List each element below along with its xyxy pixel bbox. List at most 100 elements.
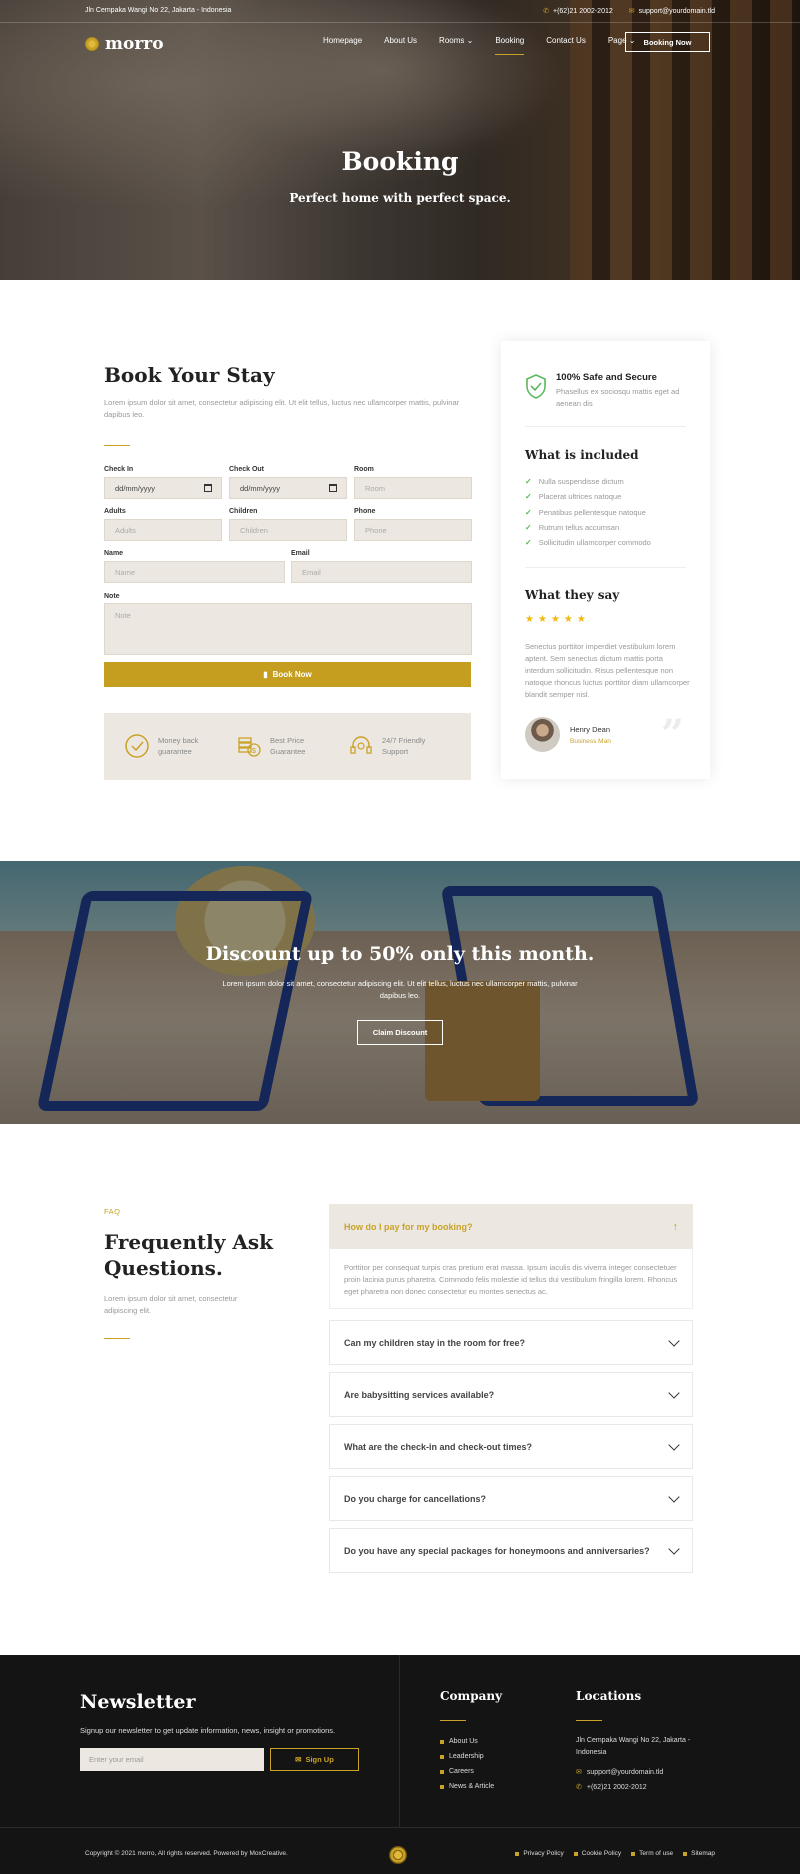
children-label: Children [229, 508, 258, 515]
nav-rooms[interactable]: Rooms ⌄ [439, 36, 473, 51]
checkout-date-input[interactable]: dd/mm/yyyy [229, 477, 347, 499]
email-input[interactable]: Email [291, 561, 472, 583]
newsletter-email-input[interactable]: Enter your email [80, 1748, 264, 1771]
star-icon: ★ [550, 614, 560, 625]
nav-contact-us[interactable]: Contact Us [546, 36, 586, 51]
site-logo[interactable]: morro [85, 34, 164, 54]
chevron-down-icon [668, 1438, 680, 1451]
nav-booking[interactable]: Booking [495, 36, 524, 55]
adults-input[interactable]: Adults [104, 519, 222, 541]
list-item: ✓ Nulla suspendisse dictum [525, 474, 651, 489]
book-now-button[interactable]: ▮ Book Now [104, 662, 471, 687]
included-list: ✓ Nulla suspendisse dictum ✓ Placerat ultr… [525, 474, 651, 550]
check-icon: ✓ [525, 523, 532, 533]
faq-item[interactable]: Are babysitting services available? [329, 1372, 693, 1417]
claim-discount-button[interactable]: Claim Discount [357, 1020, 443, 1045]
faq-item[interactable]: Do you charge for cancellations? [329, 1476, 693, 1521]
site-footer: Newsletter Signup our newsletter to get … [0, 1655, 800, 1874]
phone-input[interactable]: Phone [354, 519, 472, 541]
faq-item[interactable]: What are the check-in and check-out time… [329, 1424, 693, 1469]
check-icon: ✓ [525, 538, 532, 548]
phone-icon: ✆ [576, 1784, 582, 1791]
logo-mark-icon [85, 37, 99, 51]
divider-accent [576, 1720, 602, 1721]
footer-link-sitemap[interactable]: Sitemap [683, 1850, 715, 1857]
list-item: ✓ Penatibus pellentesque natoque [525, 505, 651, 520]
arrow-up-icon: ↑ [672, 1220, 679, 1233]
footer-link-privacy[interactable]: Privacy Policy [515, 1850, 563, 1857]
calendar-icon[interactable] [329, 484, 337, 492]
faq-item[interactable]: Do you have any special packages for hon… [329, 1528, 693, 1573]
booking-info-card: 100% Safe and Secure Phasellus ex socios… [501, 341, 710, 779]
company-title: Company [440, 1689, 503, 1703]
feature-line: Support [382, 747, 409, 756]
feature-support: 24/7 Friendly Support [348, 733, 425, 759]
feature-line: Best Price [270, 736, 305, 745]
star-icon: ★ [576, 614, 586, 625]
check-icon: ✓ [525, 477, 532, 487]
reviewer-role: Business Man [570, 738, 611, 745]
checkin-date-input[interactable]: dd/mm/yyyy [104, 477, 222, 499]
booking-now-button[interactable]: Booking Now [625, 32, 710, 52]
rating-stars: ★ ★ ★ ★ ★ [525, 614, 586, 625]
nav-homepage[interactable]: Homepage [323, 36, 362, 51]
mail-icon: ✉ [295, 1755, 302, 1764]
list-item-text: Sollicitudin ullamcorper commodo [538, 538, 651, 548]
hero-banner: Jln Cempaka Wangi No 22, Jakarta - Indon… [0, 0, 800, 280]
footer-link[interactable]: News & Article [440, 1779, 494, 1794]
divider [525, 567, 686, 568]
feature-line: guarantee [158, 747, 192, 756]
note-textarea[interactable]: Note [104, 603, 472, 655]
topbar-address: Jln Cempaka Wangi No 22, Jakarta - Indon… [85, 7, 232, 14]
phone-label: Phone [354, 508, 376, 515]
sign-up-button[interactable]: ✉ Sign Up [270, 1748, 359, 1771]
footer-link[interactable]: Careers [440, 1764, 494, 1779]
topbar-email[interactable]: ✉ support@yourdomain.tld [629, 7, 715, 15]
faq-item[interactable]: Can my children stay in the room for fre… [329, 1320, 693, 1365]
newsletter-description: Signup our newsletter to get update info… [80, 1726, 336, 1735]
location-email[interactable]: ✉ support@yourdomain.tld [576, 1767, 663, 1779]
faq-item-open[interactable]: How do I pay for my booking? ↑ [329, 1204, 693, 1249]
checkin-label: Check In [104, 466, 134, 473]
faq-question: How do I pay for my booking? [344, 1221, 473, 1232]
children-input[interactable]: Children [229, 519, 347, 541]
sign-up-label: Sign Up [305, 1755, 334, 1764]
book-now-label: Book Now [272, 670, 312, 679]
location-address: Jln Cempaka Wangi No 22, Jakarta - Indon… [576, 1737, 691, 1756]
calendar-icon[interactable] [204, 484, 212, 492]
feature-line: Money back [158, 736, 199, 745]
mail-icon: ✉ [576, 1769, 582, 1776]
faq-answer: Porttitor per consequat turpis cras pret… [329, 1249, 693, 1309]
logo-text: morro [105, 34, 164, 54]
company-links: About Us Leadership Careers News & Artic… [440, 1734, 494, 1794]
footer-link[interactable]: Leadership [440, 1749, 494, 1764]
room-label: Room [354, 466, 374, 473]
nav-about-us[interactable]: About Us [384, 36, 417, 51]
chevron-down-icon: ⌄ [466, 36, 474, 45]
topbar-phone-text: +(62)21 2002-2012 [553, 8, 613, 15]
footer-link[interactable]: About Us [440, 1734, 494, 1749]
reviewer-avatar [525, 717, 560, 752]
footer-link-terms[interactable]: Term of use [631, 1850, 673, 1857]
footer-logo-icon[interactable] [389, 1846, 407, 1864]
svg-text:$: $ [252, 748, 256, 755]
bookmark-icon: ▮ [263, 670, 268, 679]
room-input[interactable]: Room [354, 477, 472, 499]
phone-icon: ✆ [543, 8, 549, 15]
copyright: Copyright © 2021 morro, All rights reser… [85, 1850, 288, 1857]
list-item: ✓ Placerat ultrices natoque [525, 489, 651, 504]
faq-question: Do you charge for cancellations? [344, 1493, 487, 1504]
discount-description: Lorem ipsum dolor sit amet, consectetur … [222, 979, 578, 1000]
footer-link-cookie[interactable]: Cookie Policy [574, 1850, 621, 1857]
locations-title: Locations [576, 1689, 642, 1703]
location-phone[interactable]: ✆ +(62)21 2002-2012 [576, 1782, 647, 1794]
list-item: ✓ Sollicitudin ullamcorper commodo [525, 535, 651, 550]
list-item: ✓ Rutrum tellus accumsan [525, 520, 651, 535]
list-item-text: Placerat ultrices natoque [538, 492, 622, 502]
topbar-phone[interactable]: ✆ +(62)21 2002-2012 [543, 7, 613, 15]
faq-question: Are babysitting services available? [344, 1389, 495, 1400]
name-input[interactable]: Name [104, 561, 285, 583]
feature-best-price: $ Best Price Guarantee [236, 733, 305, 759]
page-subtitle: Perfect home with perfect space. [289, 191, 511, 205]
booking-description: Lorem ipsum dolor sit amet, consectetur … [104, 398, 460, 419]
